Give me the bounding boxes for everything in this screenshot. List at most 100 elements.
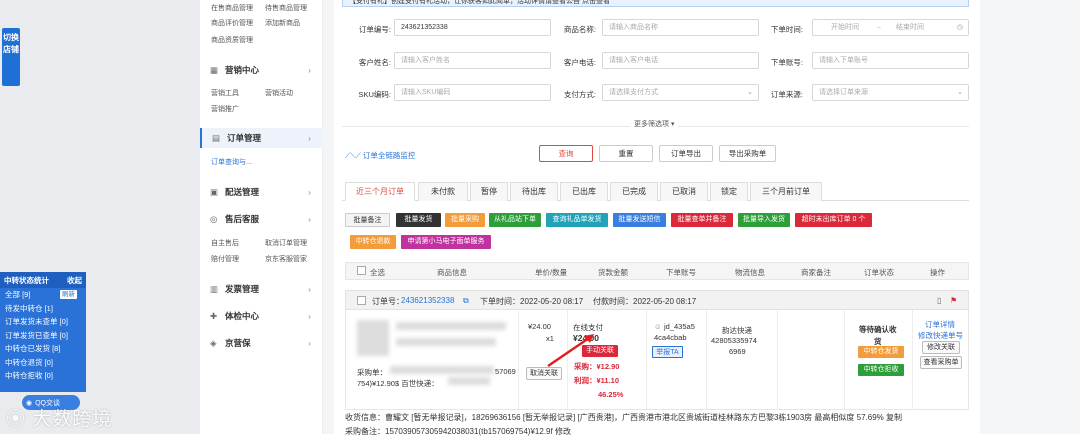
tab-older-orders[interactable]: 三个月前订单 [750,182,822,201]
reset-button[interactable]: 重置 [599,145,653,162]
account-line2: 4ca4cbab [654,333,687,342]
stats-row[interactable]: 订单发货已查单 [0] [0,329,86,343]
tab-recent-3-months[interactable]: 近三个月订单 [345,182,415,201]
order-detail-link[interactable]: 订单详情 [925,319,955,330]
order-time-range[interactable]: 开始时间 → 结束时间 ◷ [812,19,969,36]
query-button[interactable]: 查询 [539,145,593,162]
batch-check-remark-button[interactable]: 批量查单并备注 [671,213,733,227]
stats-title: 中转状态统计 [4,275,49,285]
order-monitor-link[interactable]: ⟋⟍⟋ 订单全链路监控 [345,150,415,161]
account-input[interactable]: 请输入下单账号 [812,52,969,69]
report-ta-button[interactable]: 举报TA [652,346,683,358]
customer-label: 客户姓名: [358,58,391,67]
purchase-no-blurred [390,366,494,374]
stats-collapse-button[interactable]: 收起 [67,275,82,286]
header-merchant-note: 商家备注 [801,268,831,277]
order-no-input[interactable]: 243621352338 [394,19,551,36]
nav-link-order-query[interactable]: 订单查询与... [211,157,252,167]
tab-cancelled[interactable]: 已取消 [660,182,708,201]
pay-method-select[interactable]: 请选择支付方式 ⌄ [602,84,759,101]
copy-icon[interactable]: ⧉ [463,296,469,306]
nav-link[interactable]: 京东客服管家 [265,254,307,264]
nav-group-delivery[interactable]: ▣ 配送管理 › [200,182,323,202]
phone-input[interactable]: 请输入客户电话 [602,52,759,69]
stats-header: 中转状态统计 收起 [0,272,86,288]
order-checkbox[interactable] [357,296,366,305]
nav-link[interactable]: 在售商品管理 [211,3,253,13]
gift-order-button[interactable]: 从礼品站下单 [489,213,541,227]
batch-import-ship-button[interactable]: 批量导入发货 [738,213,790,227]
flag-icon[interactable]: ⚑ [950,296,957,305]
transit-refund-button[interactable]: 中转仓退款 [350,235,396,249]
batch-sms-button[interactable]: 批量发送短信 [613,213,666,227]
nav-group-invoice[interactable]: ▥ 发票管理 › [200,279,323,299]
product-image[interactable] [357,320,389,356]
chevron-down-icon: ⌄ [957,89,963,96]
source-select[interactable]: 请选择订单来源 ⌄ [812,84,969,101]
pay-time: 付款时间：2022-05-20 08:17 [593,297,697,306]
chevron-right-icon: › [308,311,311,321]
tab-shipped[interactable]: 已出库 [560,182,608,201]
nav-link[interactable]: 添加新商品 [265,18,300,28]
export-button[interactable]: 订单导出 [659,145,713,162]
nav-link[interactable]: 营销工具 [211,88,239,98]
nav-link[interactable]: 营销推广 [211,104,239,114]
tab-pending-out[interactable]: 待出库 [510,182,558,201]
transit-reject-tag: 中转仓拒收 [858,364,904,376]
product-name-input[interactable]: 请输入商品名称 [602,19,759,36]
timeout-orders-button[interactable]: 超时未出库订单 0 个 [795,213,872,227]
select-all-checkbox[interactable] [357,266,366,275]
nav-link[interactable]: 自主售后 [211,238,239,248]
nav-group-checkup[interactable]: ✚ 体检中心 › [200,306,323,326]
nav-group-service[interactable]: ◎ 售后客服 › [200,209,323,229]
stats-row[interactable]: 订单发货未查单 [0] [0,315,86,329]
tab-paused[interactable]: 暂停 [470,182,508,201]
gift-ship-query-button[interactable]: 查询礼品单发货 [546,213,608,227]
stats-row[interactable]: 中转仓已发货 [8] [0,342,86,356]
product-title-blurred [396,322,506,330]
tab-completed[interactable]: 已完成 [610,182,658,201]
refresh-button[interactable]: 刷新 [60,290,77,299]
tab-unpaid[interactable]: 未付款 [418,182,468,201]
nav-link[interactable]: 赔付管理 [211,254,239,264]
nav-group-protect[interactable]: ◈ 京营保 › [200,333,323,353]
stats-row-all[interactable]: 全部 [9] 刷新 [0,288,86,302]
nav-group-marketing[interactable]: ▦ 营销中心 › [200,60,323,80]
e-waybill-service-button[interactable]: 申请第小马电子面单服务 [401,235,491,249]
modify-express-link[interactable]: 修改快递单号 [918,330,963,341]
stats-row[interactable]: 中转仓退货 [0] [0,356,86,370]
batch-ship-button[interactable]: 批量发货 [396,213,441,227]
nav-group-orders[interactable]: ▤ 订单管理 › [200,128,323,148]
logistics-carrier: 韵达快递 [722,326,752,335]
phone-icon[interactable]: ▯ [937,296,941,305]
header-amount: 货款金额 [598,268,628,277]
batch-purchase-button[interactable]: 批量采购 [445,213,485,227]
chevron-right-icon: › [308,187,311,197]
switch-store-tab[interactable]: 切换店铺 [2,28,20,86]
view-purchase-button[interactable]: 查看采购单 [920,356,962,369]
nav-link[interactable]: 商品评价管理 [211,18,253,28]
stats-row[interactable]: 待发中转仓 [1] [0,302,86,316]
divider [646,310,647,410]
customer-input[interactable]: 请输入客户姓名 [394,52,551,69]
invoice-icon: ▥ [210,283,219,294]
order-no-link[interactable]: 243621352338 [401,296,454,305]
batch-remark-button[interactable]: 批量备注 [345,213,390,227]
modify-link-button[interactable]: 修改关联 [922,341,960,354]
sku-input[interactable]: 请输入SKU编码 [394,84,551,101]
export-purchase-button[interactable]: 导出采购单 [719,145,776,162]
watermark: ⦿ 大数跨境 [6,409,113,430]
order-icon: ▤ [212,132,221,143]
header-product: 商品信息 [437,268,467,277]
transit-ship-tag: 中转仓发货 [858,346,904,358]
header-operation: 操作 [930,268,945,277]
stats-row[interactable]: 中转仓拒收 [0] [0,369,86,383]
tab-locked[interactable]: 锁定 [710,182,748,201]
header-price-qty: 单价/数量 [535,268,568,277]
more-filters-toggle[interactable]: 更多筛选项 ▾ [630,119,679,129]
nav-link[interactable]: 营销活动 [265,88,293,98]
source-label: 订单来源: [770,90,803,99]
nav-link[interactable]: 待售商品管理 [265,3,307,13]
nav-link[interactable]: 取消订单管理 [265,238,307,248]
nav-link[interactable]: 商品资质管理 [211,35,253,45]
